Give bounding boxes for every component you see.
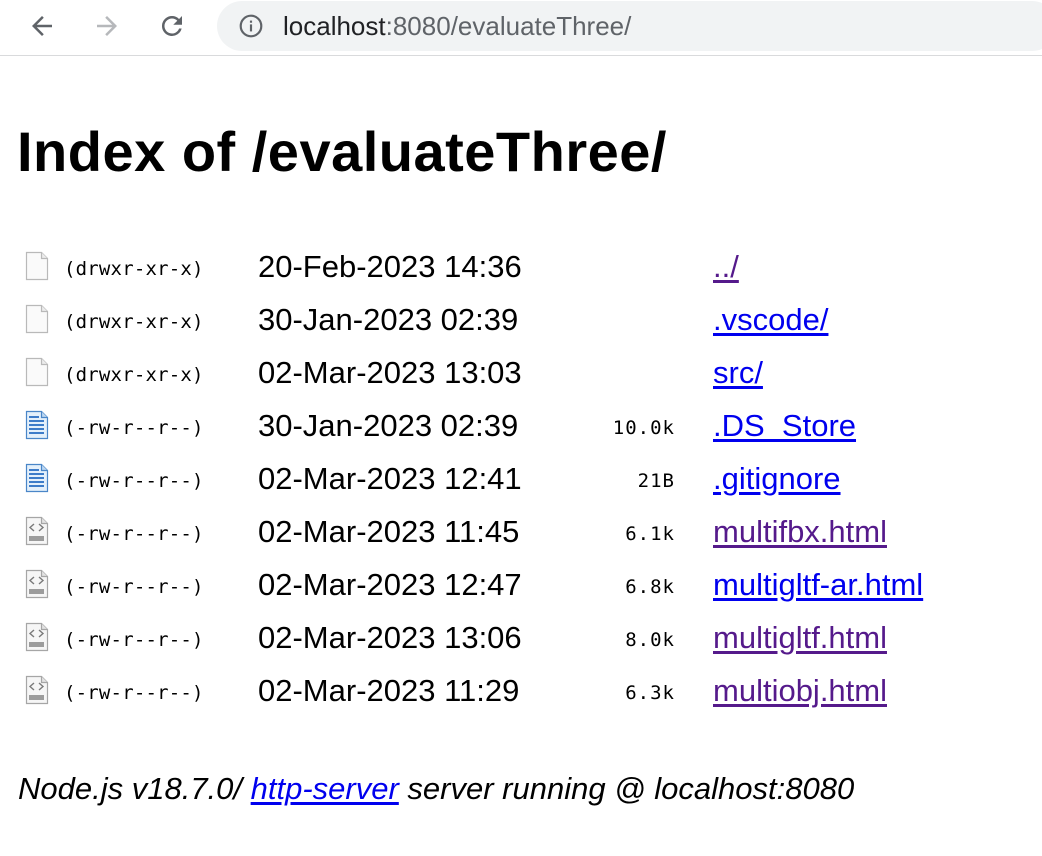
reload-button[interactable] [152, 8, 192, 44]
permissions: (-rw-r--r--) [64, 576, 204, 598]
file-link[interactable]: multifbx.html [713, 514, 887, 550]
http-server-link[interactable]: http-server [251, 771, 399, 806]
url-text[interactable]: localhost:8080/evaluateThree/ [283, 12, 631, 40]
page-title: Index of /evaluateThree/ [17, 120, 667, 183]
file-size: 6.8k [625, 576, 675, 598]
modified-date: 30-Jan-2023 02:39 [258, 302, 519, 337]
modified-date: 02-Mar-2023 11:45 [258, 514, 520, 549]
permissions: (-rw-r--r--) [64, 470, 204, 492]
blank-file-icon [25, 357, 49, 387]
listing-row: (-rw-r--r--) 02-Mar-2023 13:06 8.0k multigl… [0, 614, 1042, 667]
file-size: 10.0k [612, 417, 675, 439]
footer-suffix: server running @ localhost:8080 [398, 771, 855, 806]
permissions: (drwxr-xr-x) [64, 311, 204, 333]
forward-arrow-icon [97, 16, 117, 36]
modified-date: 02-Mar-2023 13:06 [258, 620, 522, 655]
modified-date: 30-Jan-2023 02:39 [258, 408, 519, 443]
permissions: (-rw-r--r--) [64, 682, 204, 704]
blank-file-icon [25, 304, 49, 334]
listing-row: (-rw-r--r--) 30-Jan-2023 02:39 10.0k .DS_St… [0, 402, 1042, 455]
permissions: (-rw-r--r--) [64, 523, 204, 545]
modified-date: 02-Mar-2023 11:29 [258, 673, 520, 708]
file-link[interactable]: .vscode/ [713, 302, 828, 338]
file-link[interactable]: multigltf-ar.html [713, 567, 923, 603]
back-button[interactable] [22, 8, 62, 44]
footer-prefix: Node.js v18.7.0/ [18, 771, 251, 806]
permissions: (drwxr-xr-x) [64, 258, 204, 280]
back-arrow-icon [32, 16, 52, 36]
address-bar[interactable]: localhost:8080/evaluateThree/ [217, 1, 1042, 51]
file-link[interactable]: src/ [713, 355, 763, 391]
modified-date: 20-Feb-2023 14:36 [258, 249, 522, 284]
file-link[interactable]: .gitignore [713, 461, 841, 497]
blank-file-icon [25, 251, 49, 281]
text-file-icon [25, 463, 49, 493]
text-file-icon [25, 410, 49, 440]
modified-date: 02-Mar-2023 12:47 [258, 567, 522, 602]
file-link[interactable]: multigltf.html [713, 620, 887, 656]
listing-row: (-rw-r--r--) 02-Mar-2023 12:41 21B .gitigno… [0, 455, 1042, 508]
listing-row: (-rw-r--r--) 02-Mar-2023 11:29 6.3k multiob… [0, 667, 1042, 720]
html-file-icon [25, 516, 49, 546]
listing-row: (drwxr-xr-x) 02-Mar-2023 13:03 src/ [0, 349, 1042, 402]
reload-icon [161, 15, 182, 36]
html-file-icon [25, 622, 49, 652]
file-size: 21B [637, 470, 675, 492]
permissions: (drwxr-xr-x) [64, 364, 204, 386]
file-link[interactable]: multiobj.html [713, 673, 887, 709]
permissions: (-rw-r--r--) [64, 629, 204, 651]
browser-toolbar: localhost:8080/evaluateThree/ [0, 0, 1042, 56]
file-size: 6.3k [625, 682, 675, 704]
url-path: :8080/evaluateThree/ [385, 11, 632, 41]
file-size: 8.0k [625, 629, 675, 651]
html-file-icon [25, 675, 49, 705]
listing-row: (drwxr-xr-x) 30-Jan-2023 02:39 .vscode/ [0, 296, 1042, 349]
modified-date: 02-Mar-2023 12:41 [258, 461, 522, 496]
url-host: localhost [283, 11, 386, 41]
listing-row: (-rw-r--r--) 02-Mar-2023 11:45 6.1k multifb… [0, 508, 1042, 561]
listing-row: (drwxr-xr-x) 20-Feb-2023 14:36 ../ [0, 243, 1042, 296]
file-size: 6.1k [625, 523, 675, 545]
forward-button[interactable] [87, 8, 127, 44]
file-link[interactable]: ../ [713, 249, 739, 285]
site-info-icon[interactable] [238, 13, 264, 39]
file-link[interactable]: .DS_Store [713, 408, 856, 444]
permissions: (-rw-r--r--) [64, 417, 204, 439]
html-file-icon [25, 569, 49, 599]
modified-date: 02-Mar-2023 13:03 [258, 355, 522, 390]
server-footer: Node.js v18.7.0/ http-server server runn… [18, 770, 854, 808]
directory-listing: (drwxr-xr-x) 20-Feb-2023 14:36 ../(drwxr-x… [0, 243, 1042, 720]
listing-row: (-rw-r--r--) 02-Mar-2023 12:47 6.8k multigl… [0, 561, 1042, 614]
